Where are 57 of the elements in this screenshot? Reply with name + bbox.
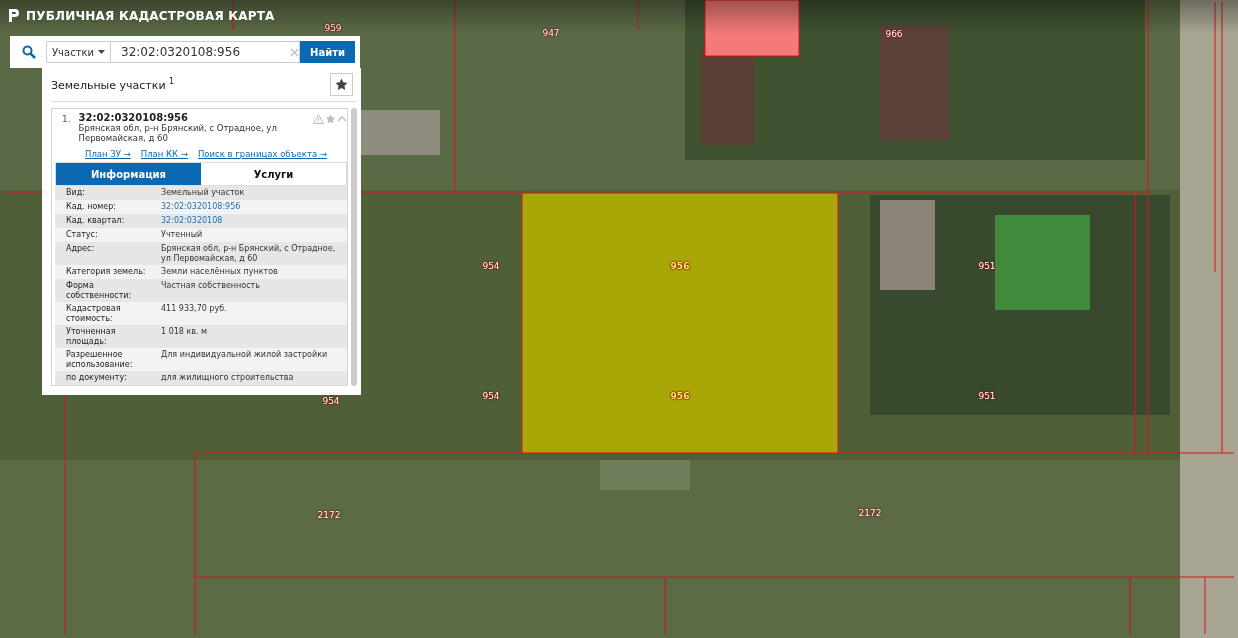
clear-icon[interactable] [290, 47, 300, 57]
field-label: Адрес: [66, 244, 96, 254]
parcel-number-label: 954 [482, 261, 500, 271]
find-button[interactable]: Найти [300, 41, 355, 63]
field-value: Учтенный [161, 230, 204, 240]
parcel-number-label: 947 [542, 28, 560, 38]
parcel-number-label: 956 [670, 391, 690, 401]
field-link[interactable]: 32:02:0320108 [161, 216, 347, 226]
parcel-number-label: 951 [978, 261, 996, 271]
field-label: Кадастровая стоимость: [66, 304, 122, 323]
search-icon[interactable] [22, 45, 36, 59]
field-value: Земельный участок [161, 188, 246, 198]
field-label: Кад. номер: [66, 202, 118, 212]
link[interactable]: План КК → [140, 149, 188, 159]
parcel-number-label: 954 [322, 396, 340, 406]
field-label: Разрешенное использование: [66, 350, 134, 369]
caret-icon [98, 50, 105, 54]
field-value: Для индивидуальной жилой застройки [161, 350, 329, 360]
tab[interactable]: Информация [56, 163, 201, 185]
result-index: 1. [62, 113, 71, 126]
field-label: Уточненная площадь: [66, 327, 117, 346]
field-value: 1 018 кв. м [161, 327, 209, 337]
star-icon [335, 78, 348, 91]
link[interactable]: Поиск в границах объекта → [197, 149, 327, 159]
field-link[interactable]: 32:02:0320108:956 [161, 202, 347, 212]
field-value: 411 933,70 руб. [161, 304, 228, 314]
link[interactable]: План ЗУ → [85, 149, 131, 159]
parcel-number-label: 956 [670, 261, 690, 271]
selected-parcel[interactable] [521, 192, 839, 454]
field-label: Кад. квартал: [66, 216, 126, 226]
scrollbar[interactable] [351, 108, 357, 386]
field-value: Брянская обл, р-н Брянский, с Отрадное, ул Первомайская, д 60 [161, 244, 337, 263]
chevron-icon[interactable] [337, 114, 347, 124]
category-dropdown[interactable]: Участки [46, 41, 111, 63]
warning-icon[interactable] [313, 114, 324, 124]
app-title: ПУБЛИЧНАЯ КАДАСТРОВАЯ КАРТА [26, 8, 275, 23]
field-label: Статус: [66, 230, 99, 240]
results-heading: Земельные участки $^{1}$ [51, 77, 175, 92]
cadastral-number[interactable]: 32:02:0320108:956 [78, 112, 284, 123]
field-value: для жилищного строительства [161, 373, 295, 383]
field-label: Форма собственности: [66, 281, 133, 300]
field-label: по документу: [66, 373, 128, 383]
star-icon[interactable] [325, 114, 336, 124]
search-field[interactable]: 32:02:0320108:956 [111, 41, 301, 63]
field-value: Частная собственность [161, 281, 261, 291]
parcel-number-label: 966 [885, 29, 903, 39]
parcel-number-label: 951 [978, 391, 996, 401]
field-label: Категория земель: [66, 267, 147, 277]
parcel-number-label: 2172 [858, 508, 882, 518]
field-label: Вид: [66, 188, 86, 198]
favorite-button[interactable] [330, 73, 353, 96]
parcel-number-label: 959 [324, 23, 342, 33]
result-address: Брянская обл, р-н Брянский, с Отрадное, ул Первомайская, д 60 [78, 123, 278, 143]
logo-icon [8, 8, 20, 23]
field-value: Земли населённых пунктов [161, 267, 279, 277]
parcel-number-label: 2172 [317, 510, 341, 520]
parcel-number-label: 954 [482, 391, 500, 401]
